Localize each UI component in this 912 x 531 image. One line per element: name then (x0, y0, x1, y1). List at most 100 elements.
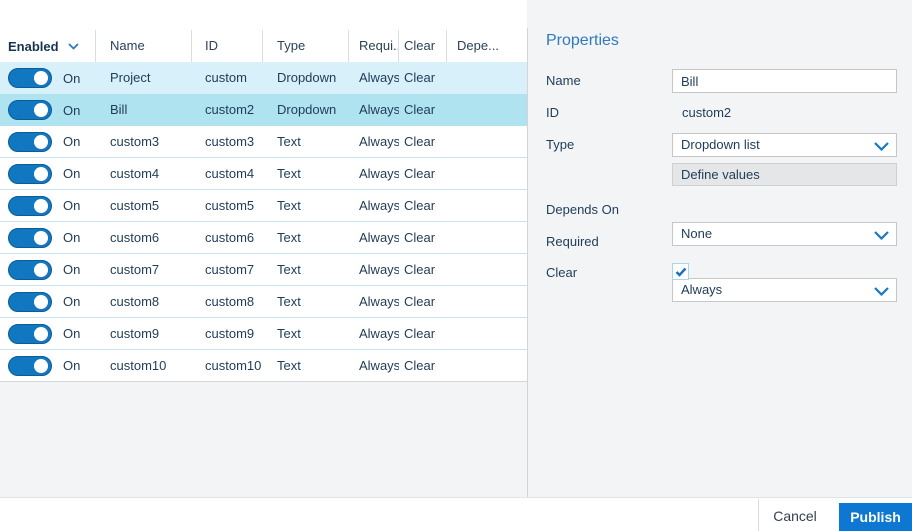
clear-cell: Clear (399, 350, 447, 381)
toggle-state-label: On (63, 254, 80, 285)
enabled-cell: On (0, 158, 96, 189)
enabled-toggle[interactable] (8, 356, 52, 376)
enabled-toggle[interactable] (8, 100, 52, 120)
enabled-cell: On (0, 222, 96, 253)
checkmark-icon (675, 267, 687, 277)
enabled-cell: On (0, 318, 96, 349)
type-cell: Dropdown (263, 62, 349, 94)
enabled-cell: On (0, 62, 96, 94)
enabled-toggle[interactable] (8, 292, 52, 312)
table-row[interactable]: On custom10 custom10 Text Always Clear (0, 350, 527, 382)
id-cell: custom (192, 62, 263, 94)
table-row[interactable]: On custom9 custom9 Text Always Clear (0, 318, 527, 350)
clear-cell: Clear (399, 318, 447, 349)
id-value: custom2 (682, 105, 731, 120)
table-row[interactable]: On custom7 custom7 Text Always Clear (0, 254, 527, 286)
name-cell: custom3 (96, 126, 192, 157)
footer-bar: Cancel Publish (0, 497, 912, 531)
required-cell: Always (349, 190, 399, 221)
column-header-enabled-label: Enabled (8, 31, 59, 62)
column-header-clear: Clear (399, 30, 447, 62)
depends-on-cell (447, 350, 527, 381)
toggle-knob-icon (34, 295, 48, 309)
chevron-down-icon (874, 142, 889, 151)
name-input[interactable] (672, 69, 897, 93)
enabled-toggle[interactable] (8, 260, 52, 280)
toggle-knob-icon (34, 199, 48, 213)
type-cell: Text (263, 318, 349, 349)
id-cell: custom3 (192, 126, 263, 157)
required-dropdown[interactable]: Always (672, 278, 897, 302)
enabled-toggle[interactable] (8, 164, 52, 184)
name-cell: Project (96, 62, 192, 94)
name-cell: custom10 (96, 350, 192, 381)
column-header-name: Name (96, 30, 192, 62)
type-cell: Text (263, 190, 349, 221)
enabled-cell: On (0, 254, 96, 285)
enabled-toggle[interactable] (8, 324, 52, 344)
depends-on-cell (447, 94, 527, 126)
clear-cell: Clear (399, 126, 447, 157)
depends-on-cell (447, 190, 527, 221)
depends-on-cell (447, 158, 527, 189)
depends-on-dropdown-value: None (681, 226, 712, 241)
clear-checkbox[interactable] (672, 263, 689, 280)
clear-cell: Clear (399, 254, 447, 285)
type-dropdown[interactable]: Dropdown list (672, 133, 897, 157)
required-cell: Always (349, 318, 399, 349)
enabled-cell: On (0, 350, 96, 381)
name-cell: custom8 (96, 286, 192, 317)
column-header-enabled[interactable]: Enabled (0, 30, 96, 62)
clear-cell: Clear (399, 62, 447, 94)
id-cell: custom8 (192, 286, 263, 317)
name-cell: custom5 (96, 190, 192, 221)
required-cell: Always (349, 126, 399, 157)
toggle-state-label: On (63, 318, 80, 349)
required-cell: Always (349, 62, 399, 94)
panel-title: Properties (546, 32, 619, 50)
table-row[interactable]: On custom3 custom3 Text Always Clear (0, 126, 527, 158)
type-cell: Text (263, 222, 349, 253)
name-cell: custom6 (96, 222, 192, 253)
toggle-knob-icon (34, 135, 48, 149)
define-values-button[interactable]: Define values (672, 163, 897, 186)
required-cell: Always (349, 94, 399, 126)
required-label: Required (546, 234, 599, 249)
enabled-cell: On (0, 126, 96, 157)
enabled-toggle[interactable] (8, 228, 52, 248)
toggle-state-label: On (63, 126, 80, 157)
table-row[interactable]: On custom4 custom4 Text Always Clear (0, 158, 527, 190)
clear-label: Clear (546, 265, 577, 280)
clear-cell: Clear (399, 286, 447, 317)
define-values-label: Define values (681, 167, 760, 182)
depends-on-dropdown[interactable]: None (672, 222, 897, 246)
column-header-required: Requi... (349, 30, 399, 62)
custom-fields-settings-page: Enabled Name ID Type Requi... Clear Depe… (0, 0, 912, 531)
toggle-state-label: On (63, 286, 80, 317)
toggle-knob-icon (34, 231, 48, 245)
table-row[interactable]: On Project custom Dropdown Always Clear (0, 62, 527, 94)
table-row[interactable]: On custom5 custom5 Text Always Clear (0, 190, 527, 222)
table-header: Enabled Name ID Type Requi... Clear Depe… (0, 30, 527, 62)
chevron-down-icon (874, 287, 889, 296)
cancel-button[interactable]: Cancel (763, 504, 827, 529)
enabled-toggle[interactable] (8, 68, 52, 88)
name-label: Name (546, 73, 581, 88)
id-cell: custom6 (192, 222, 263, 253)
clear-cell: Clear (399, 190, 447, 221)
enabled-toggle[interactable] (8, 132, 52, 152)
toggle-knob-icon (34, 103, 48, 117)
name-cell: custom9 (96, 318, 192, 349)
properties-panel: Properties Name ID custom2 Type Dropdown… (528, 0, 912, 497)
table-row[interactable]: On Bill custom2 Dropdown Always Clear (0, 94, 527, 126)
table-row[interactable]: On custom8 custom8 Text Always Clear (0, 286, 527, 318)
depends-on-cell (447, 62, 527, 94)
publish-button[interactable]: Publish (839, 503, 912, 531)
id-cell: custom5 (192, 190, 263, 221)
toggle-state-label: On (63, 63, 80, 94)
depends-on-label: Depends On (546, 202, 619, 217)
name-cell: custom7 (96, 254, 192, 285)
toggle-state-label: On (63, 222, 80, 253)
enabled-toggle[interactable] (8, 196, 52, 216)
table-row[interactable]: On custom6 custom6 Text Always Clear (0, 222, 527, 254)
